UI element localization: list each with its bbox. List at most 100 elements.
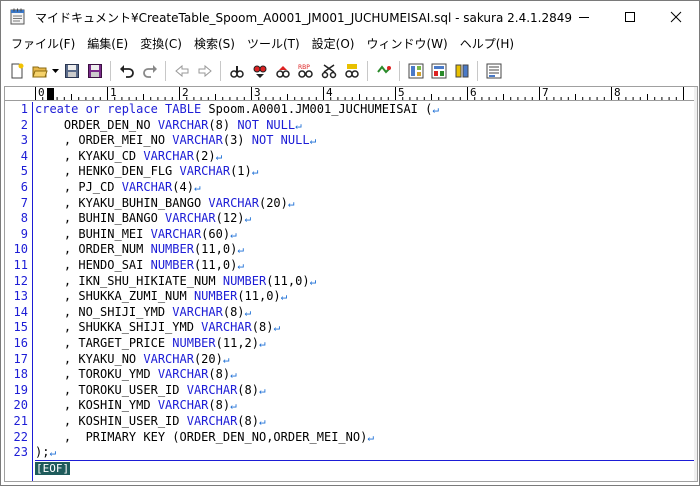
line-number: 3	[20, 133, 28, 148]
sql-keyword: VARCHAR	[143, 351, 194, 366]
code-line[interactable]: , SHUKKA_SHIJI_YMD VARCHAR(8)↵	[35, 320, 280, 336]
eol-mark-icon: ↵	[295, 118, 302, 132]
code-line[interactable]: , BUHIN_BANGO VARCHAR(12)↵	[35, 211, 251, 227]
line-number: 11	[13, 258, 28, 272]
code-line[interactable]: ORDER_DEN_NO VARCHAR(8) NOT NULL↵	[35, 118, 302, 134]
menu-settings[interactable]: 設定(O)	[306, 34, 361, 54]
minimize-button[interactable]	[561, 1, 607, 32]
code-line[interactable]: , IKN_SHU_HIKIATE_NUM NUMBER(11,0)↵	[35, 274, 316, 290]
code-line[interactable]: , KOSHIN_USER_ID VARCHAR(8)↵	[35, 414, 266, 430]
close-button[interactable]	[653, 1, 699, 32]
save-all-button[interactable]	[83, 60, 106, 82]
code-line[interactable]: , HENDO_SAI NUMBER(11,0)↵	[35, 258, 244, 274]
outline-button[interactable]	[404, 60, 427, 82]
sql-text: , IKN_SHU_HIKIATE_NUM	[35, 273, 223, 288]
new-file-icon	[11, 63, 23, 79]
toolbar-separator	[477, 61, 478, 81]
line-number: 7	[20, 195, 28, 210]
line-number: 22	[13, 429, 28, 444]
compare-button[interactable]	[450, 60, 473, 82]
code-line[interactable]: create or replace TABLE Spoom.A0001.JM00…	[35, 102, 439, 118]
settings-button[interactable]	[482, 60, 505, 82]
menu-convert[interactable]: 変換(C)	[134, 34, 188, 54]
eol-mark-icon: ↵	[222, 352, 230, 366]
code-line[interactable]: , NO_SHIJI_YMD VARCHAR(8)↵	[35, 305, 251, 321]
menu-bar: ファイル(F) 編集(E) 変換(C) 検索(S) ツール(T) 設定(O) ウ…	[1, 32, 699, 56]
code-line[interactable]: , KYAKU_CD VARCHAR(2)↵	[35, 149, 222, 165]
sql-keyword: VARCHAR	[186, 414, 238, 428]
grep-button[interactable]	[340, 60, 363, 82]
sql-text: (1)	[230, 164, 252, 179]
code-line[interactable]: , SHUKKA_ZUMI_NUM NUMBER(11,0)↵	[35, 289, 287, 305]
minimize-icon	[579, 16, 589, 18]
code-line[interactable]: , TARGET_PRICE NUMBER(11,2)↵	[35, 336, 266, 352]
code-line[interactable]: , BUHIN_MEI VARCHAR(60)↵	[35, 227, 237, 243]
menu-tools[interactable]: ツール(T)	[241, 34, 306, 54]
ruler-label: 4	[326, 86, 333, 99]
menu-edit[interactable]: 編集(E)	[81, 34, 134, 54]
sql-keyword: VARCHAR	[165, 211, 216, 226]
new-file-button[interactable]	[5, 60, 28, 82]
sql-text: (11,0)	[193, 242, 238, 257]
eol-mark-icon: ↵	[367, 430, 374, 444]
line-number: 5	[20, 164, 28, 179]
find-prev-icon	[275, 66, 290, 78]
menu-window[interactable]: ウィンドウ(W)	[360, 34, 453, 54]
code-line[interactable]: , TOROKU_USER_ID VARCHAR(8)↵	[35, 383, 266, 399]
sql-text: (11,0)	[237, 289, 281, 304]
sql-text: , ORDER_MEI_NO	[35, 133, 173, 148]
forward-button[interactable]	[193, 60, 216, 82]
code-line[interactable]: , HENKO_DEN_FLG VARCHAR(1)↵	[35, 164, 259, 180]
code-line[interactable]: , PJ_CD VARCHAR(4)↵	[35, 180, 201, 196]
redo-icon	[142, 65, 157, 78]
sql-text: Spoom.A0001.JM001_JUCHUMEISAI (	[208, 102, 433, 116]
code-line[interactable]: );↵	[35, 445, 56, 461]
toolbar-separator	[165, 61, 166, 81]
eol-mark-icon: ↵	[309, 134, 317, 148]
code-line[interactable]: , PRIMARY KEY (ORDER_DEN_NO,ORDER_MEI_NO…	[35, 430, 374, 446]
title-bar[interactable]: マイドキュメント¥CreateTable_Spoom_A0001_JM001_J…	[1, 1, 699, 32]
menu-file[interactable]: ファイル(F)	[5, 34, 81, 54]
eol-mark-icon: ↵	[259, 337, 266, 350]
open-folder-icon	[31, 66, 48, 78]
line-number-gutter[interactable]: 1 2 3 4 5 6 7 8 9 10 11 12 13 14 15 16 17 18 19 20 21 22 23	[5, 102, 33, 481]
toolbar: RBP	[1, 57, 699, 85]
function-list-icon	[431, 63, 446, 79]
ruler-label: 3	[254, 86, 261, 99]
undo-button[interactable]	[115, 60, 138, 82]
sql-keyword: NOT NULL	[251, 133, 310, 148]
cut-button[interactable]	[317, 60, 340, 82]
ruler-label: 2	[182, 86, 189, 99]
sql-keyword: VARCHAR	[201, 320, 252, 335]
sql-text: , ORDER_NUM	[35, 242, 151, 257]
eol-mark-icon: ↵	[237, 259, 244, 272]
find-button[interactable]	[225, 60, 248, 82]
tag-jump-button[interactable]	[372, 60, 395, 82]
code-line[interactable]: , ORDER_MEI_NO VARCHAR(3) NOT NULL↵	[35, 133, 316, 149]
open-button[interactable]	[28, 60, 51, 82]
open-dropdown[interactable]	[51, 60, 60, 82]
code-line[interactable]: , KYAKU_NO VARCHAR(20)↵	[35, 351, 230, 368]
editor-area[interactable]: 012345678 1 2 3 4 5 6 7 8 9 10 11 12 13 14 15 16 17 18 19 2…	[4, 86, 698, 482]
find-next-button[interactable]	[248, 60, 271, 82]
menu-help[interactable]: ヘルプ(H)	[454, 34, 520, 54]
code-line[interactable]: , KYAKU_BUHIN_BANGO VARCHAR(20)↵	[35, 196, 295, 212]
eol-mark-icon: ↵	[230, 227, 237, 241]
maximize-button[interactable]	[607, 1, 653, 32]
ruler-label: 7	[542, 86, 549, 99]
replace-button[interactable]: RBP	[294, 60, 317, 82]
sql-text: (20)	[258, 195, 288, 210]
code-line[interactable]: , ORDER_NUM NUMBER(11,0)↵	[35, 242, 244, 258]
redo-button[interactable]	[138, 60, 161, 82]
back-icon	[174, 64, 188, 78]
find-prev-button[interactable]	[271, 60, 294, 82]
code-line[interactable]: , TOROKU_YMD VARCHAR(8)↵	[35, 367, 237, 383]
eol-mark-icon: ↵	[237, 243, 244, 257]
sql-text: , TARGET_PRICE	[35, 336, 173, 350]
code-line[interactable]: , KOSHIN_YMD VARCHAR(8)↵	[35, 398, 237, 414]
back-button[interactable]	[170, 60, 193, 82]
function-list-button[interactable]	[427, 60, 450, 82]
menu-search[interactable]: 検索(S)	[188, 34, 241, 54]
sql-keyword: VARCHAR	[157, 117, 209, 132]
save-button[interactable]	[60, 60, 83, 82]
